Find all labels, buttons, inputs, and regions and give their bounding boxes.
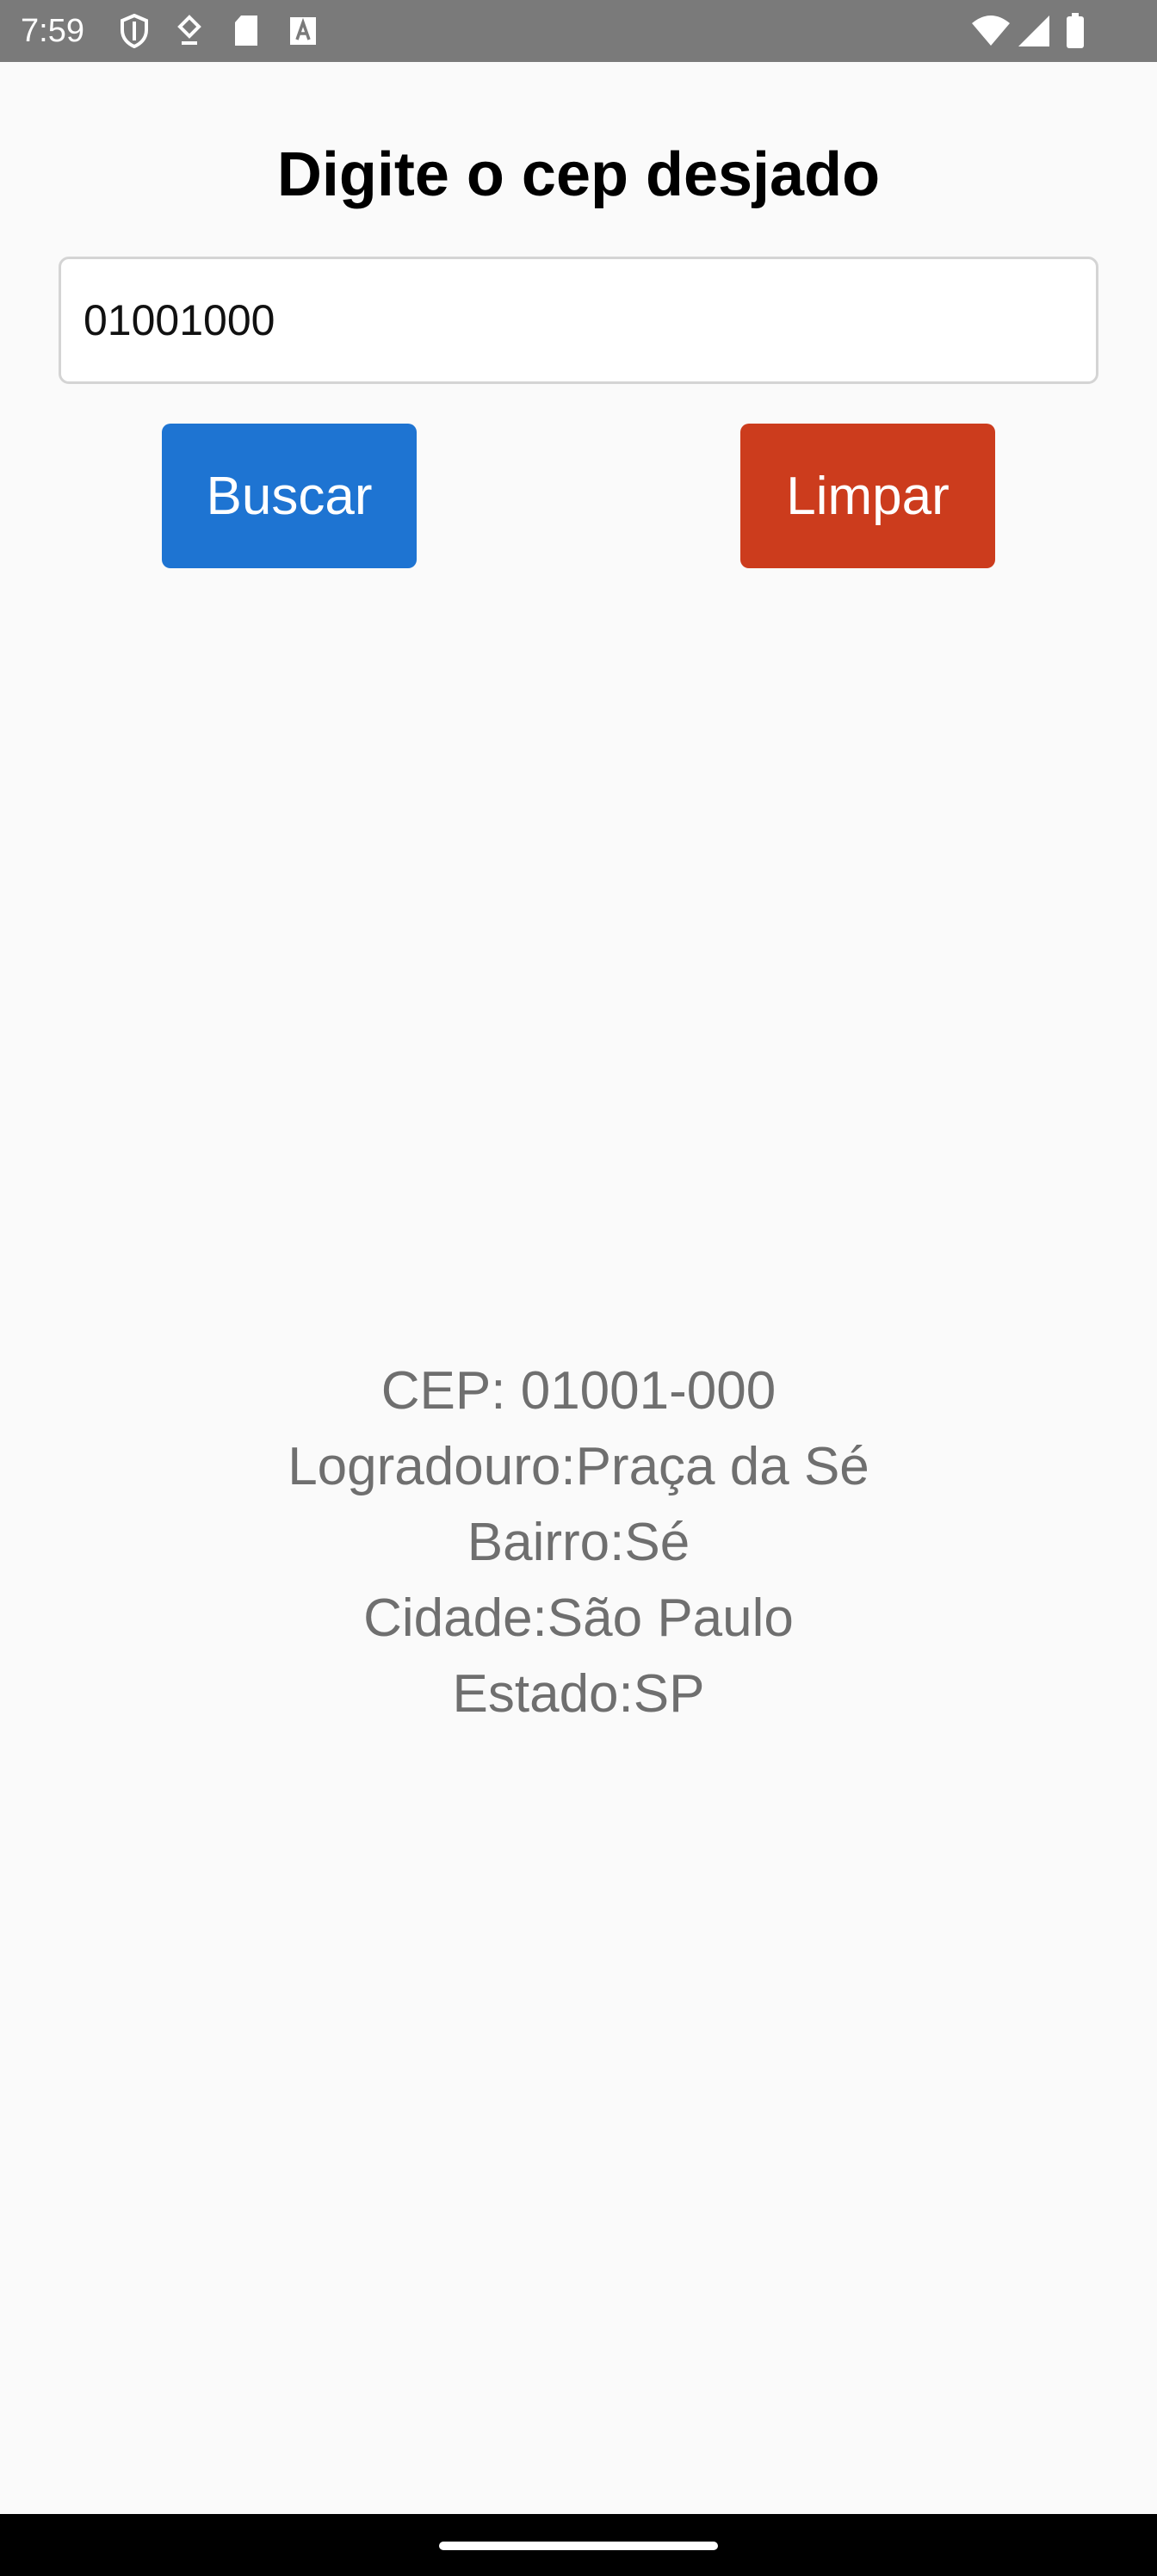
home-gesture-handle[interactable] [439,2542,718,2550]
main-content: Digite o cep desjado Buscar Limpar CEP: … [0,62,1157,2514]
status-bar: 7:59 [0,0,1157,62]
result-logradouro: Logradouro:Praça da Sé [288,1437,869,1496]
buscar-button-label: Buscar [206,466,373,526]
result-estado: Estado:SP [452,1664,705,1724]
limpar-button-label: Limpar [786,466,950,526]
cep-input[interactable] [59,257,1098,384]
navigation-bar [0,2514,1157,2576]
signal-icon [1016,12,1052,50]
battery-icon [1062,12,1088,50]
status-time: 7:59 [21,13,84,49]
shield-icon [115,12,153,50]
result-cidade: Cidade:São Paulo [363,1588,794,1648]
keyboard-a-icon [286,12,320,50]
sd-card-icon [229,12,263,50]
result-cep: CEP: 01001-000 [381,1361,776,1421]
download-icon [172,12,207,50]
result-bairro: Bairro:Sé [467,1513,690,1572]
page-title: Digite o cep desjado [276,140,881,209]
wifi-icon [969,12,1012,50]
address-result: CEP: 01001-000 Logradouro:Praça da Sé Ba… [0,1353,1157,1732]
buscar-button[interactable]: Buscar [162,424,417,568]
limpar-button[interactable]: Limpar [740,424,995,568]
